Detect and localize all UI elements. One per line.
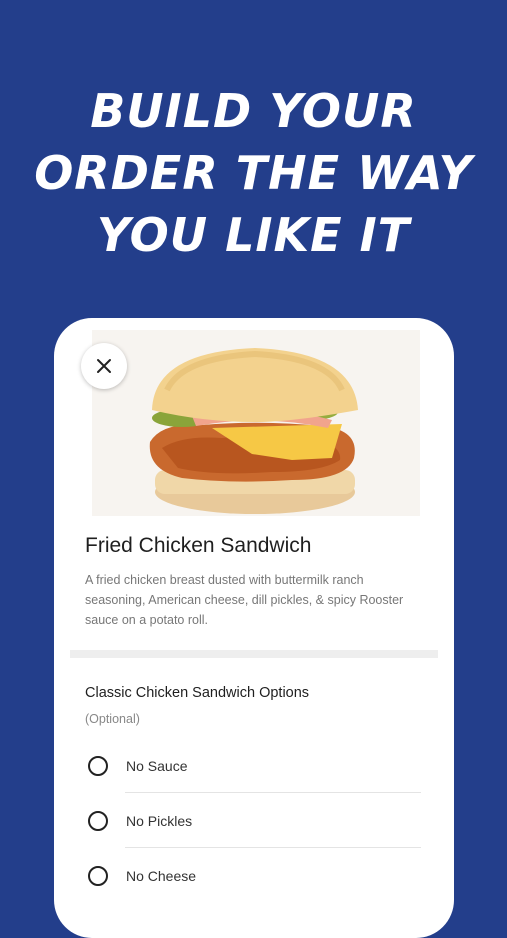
option-label: No Cheese: [126, 867, 197, 884]
section-divider: [70, 650, 438, 658]
option-no-pickles[interactable]: No Pickles: [85, 793, 425, 848]
options-group-subtitle: (Optional): [85, 712, 140, 726]
product-description: A fried chicken breast dusted with butte…: [85, 573, 404, 627]
headline-line-3: YOU LIKE IT: [96, 208, 411, 262]
headline-line-2: ORDER THE WAY: [34, 146, 473, 200]
product-title: Fried Chicken Sandwich: [85, 534, 312, 557]
headline-line-1: BUILD YOUR: [90, 84, 417, 138]
options-group-title: Classic Chicken Sandwich Options: [85, 685, 310, 701]
close-icon: [97, 359, 111, 373]
radio-unselected-icon[interactable]: [88, 810, 108, 831]
promo-headline: BUILD YOUR ORDER THE WAY YOU LIKE IT: [0, 80, 507, 266]
sandwich-illustration: [149, 348, 358, 514]
option-label: No Pickles: [126, 812, 193, 829]
product-detail-card: Fried Chicken Sandwich A fried chicken b…: [54, 318, 454, 938]
option-no-sauce[interactable]: No Sauce: [85, 738, 425, 793]
close-button[interactable]: [81, 343, 127, 389]
radio-unselected-icon[interactable]: [88, 865, 108, 886]
product-image: [92, 330, 420, 516]
option-no-cheese[interactable]: No Cheese: [85, 848, 425, 903]
option-label: No Sauce: [126, 757, 188, 774]
radio-unselected-icon[interactable]: [88, 755, 108, 776]
